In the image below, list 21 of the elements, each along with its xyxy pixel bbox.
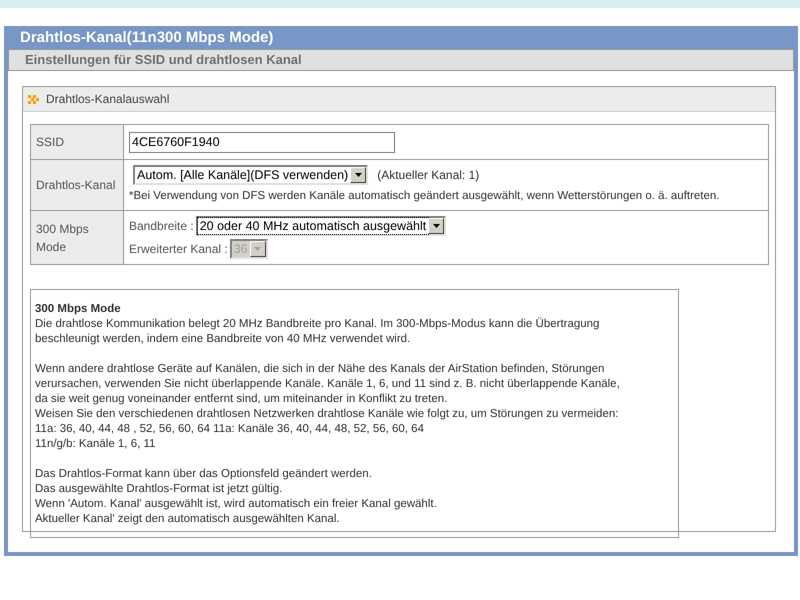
- dropdown-arrow-icon: [354, 173, 362, 177]
- dropdown[interactable]: 20 oder 40 MHz automatisch ausgewählt: [196, 216, 446, 236]
- section-title: Drahtlos-Kanalauswahl: [46, 91, 170, 108]
- current-channel: (Aktueller Kanal: 1): [377, 167, 480, 184]
- field-label: Erweiterter Kanal :: [129, 241, 228, 258]
- dropdown-arrow-icon: [432, 224, 440, 228]
- dropdown-arrow-icon: [254, 247, 262, 252]
- subheader: Einstellungen für SSID und drahtlosen Kanal: [8, 49, 794, 71]
- row-label: Drahtlos-Kanal: [30, 160, 124, 211]
- field-label: Bandbreite :: [129, 218, 194, 236]
- row-label: SSID: [30, 124, 124, 160]
- chevron-icon: [28, 94, 39, 104]
- help-paragraph: Wenn andere drahtlose Geräte auf Kanälen, die sich in der Nähe des Kanals der AirStation befinden, Störungen verursachen, verwenden Sie nicht überlappende Kanäle. Kanäle 1, 6, und 11 sind z. B. nicht überlappende Kanäle, da sie weit genug voneinander entfernt sind, um miteinander in Konflikt zu treten. Weisen Sie den verschiedenen drahtlosen Netzwerken drahtlose Kanäle wie folgt zu, um Störungen zu vermeiden: 11a: 36, 40, 44, 48 , 52, 56, 60, 64 11a: Kanäle 36, 40, 44, 48, 52, 56, 60, 64 11n/g/b: Kanäle 1, 6, 11: [35, 362, 621, 452]
- dfs-note: *Bei Verwendung von DFS werden Kanäle automatisch geändert ausgewählt, wenn Wetterstörungen o. ä. auftreten.: [129, 189, 720, 204]
- help-paragraph: Die drahtlose Kommunikation belegt 20 MHz Bandbreite pro Kanal. Im 300-Mbps-Modus kann die Übertragung beschleunigt werden, indem eine Bandbreite von 40 MHz verwendet wird.: [35, 317, 600, 348]
- row-label: 300 Mbps Mode: [30, 210, 124, 265]
- window-title: Drahtlos-Kanal(11n300 Mbps Mode): [8, 26, 794, 49]
- ssid-field[interactable]: 4CE6760F1940: [129, 132, 395, 152]
- help-title: 300 Mbps Mode: [35, 302, 122, 318]
- help-paragraph: Das Drahtlos-Format kann über das Optionsfeld geändert werden. Das ausgewählte Drahtlos-Format ist jetzt gültig. Wenn 'Autom. Kanal' ausgewählt ist, wird automatisch ein freier Kanal gewählt. Aktueller Kanal' zeigt den automatisch ausgewählten Kanal.: [35, 467, 438, 528]
- dropdown[interactable]: Autom. [Alle Kanäle](DFS verwenden): [133, 165, 368, 185]
